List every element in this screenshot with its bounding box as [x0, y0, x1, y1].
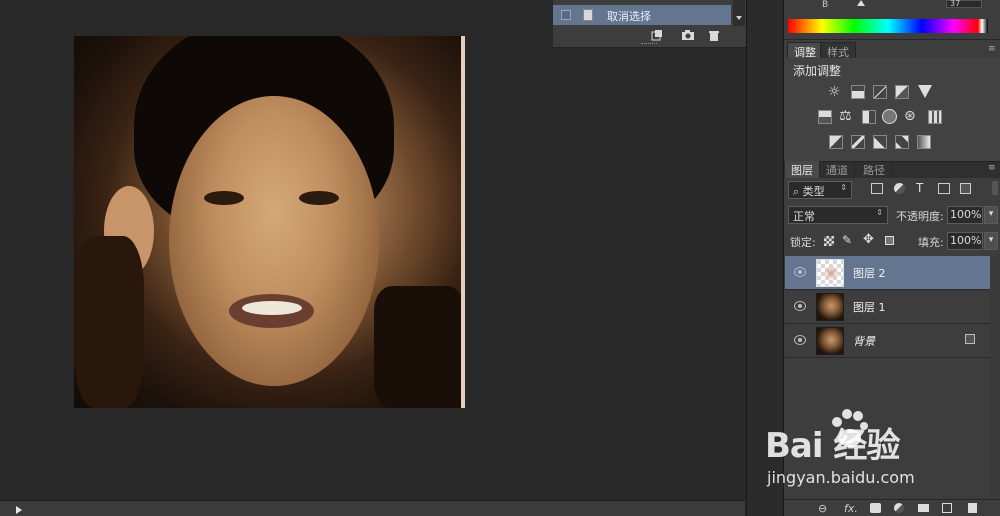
search-icon: ⌕: [793, 185, 800, 198]
lock-move-icon[interactable]: ✥: [863, 232, 874, 247]
tab-adjustments[interactable]: 调整: [787, 42, 823, 59]
layers-bottom-toolbar: ⊖ fx.: [784, 499, 1000, 516]
adjustments-title: 添加调整: [793, 64, 842, 78]
mask-icon[interactable]: [870, 503, 881, 513]
layers-scrollbar[interactable]: [990, 256, 1000, 496]
opacity-input[interactable]: 100%: [947, 206, 983, 224]
history-panel: 取消选择: [553, 0, 746, 48]
color-balance-icon[interactable]: ⚖: [839, 108, 852, 124]
layer-filter-select[interactable]: ⌕ 类型 ⇕: [788, 181, 852, 199]
color-value-input[interactable]: 37: [946, 0, 982, 8]
baidu-watermark: Bai 经验 jingyan.baidu.com: [765, 408, 965, 498]
visibility-eye-icon[interactable]: [794, 335, 806, 345]
fill-input[interactable]: 100%: [947, 232, 983, 250]
layer-thumbnail: [816, 259, 844, 287]
fill-dropdown-icon[interactable]: ▾: [984, 232, 998, 250]
filter-label: 类型: [802, 185, 825, 198]
history-item-label: 取消选择: [607, 10, 651, 23]
lock-label: 锁定:: [790, 236, 816, 249]
panel-menu-icon[interactable]: ≡: [988, 44, 996, 54]
selective-color-icon[interactable]: [895, 135, 909, 149]
status-bar: [0, 500, 745, 516]
layer-row[interactable]: 图层 1: [785, 290, 990, 324]
select-arrows-icon: ⇕: [876, 208, 883, 217]
blend-mode-value: 正常: [793, 210, 815, 223]
layer-name[interactable]: 背景: [853, 333, 875, 349]
opacity-dropdown-icon[interactable]: ▾: [984, 206, 998, 224]
threshold-icon[interactable]: [873, 135, 887, 149]
tab-layers[interactable]: 图层: [785, 161, 820, 178]
tab-label: 路径: [863, 164, 885, 177]
document-image[interactable]: [74, 36, 465, 408]
filter-adjustment-icon[interactable]: [894, 183, 905, 194]
invert-icon[interactable]: [829, 135, 843, 149]
document-icon: [583, 9, 593, 21]
filter-smart-object-icon[interactable]: [960, 183, 971, 194]
lock-transparent-icon[interactable]: [824, 236, 834, 246]
color-lookup-icon[interactable]: [928, 110, 942, 124]
slider-thumb-icon[interactable]: [857, 0, 865, 6]
filter-type-icon[interactable]: T: [916, 181, 923, 195]
baidu-paw-icon: [832, 409, 868, 447]
filter-pixel-icon[interactable]: [871, 183, 883, 194]
black-white-icon[interactable]: [862, 110, 876, 124]
visibility-eye-icon[interactable]: [794, 267, 806, 277]
document-edge: [461, 36, 465, 408]
history-scrollbar[interactable]: [733, 0, 745, 26]
exposure-icon[interactable]: [895, 85, 909, 99]
trash-icon[interactable]: [708, 29, 720, 41]
brightness-contrast-icon[interactable]: ☼: [828, 84, 841, 100]
hue-saturation-icon[interactable]: [818, 110, 832, 124]
gradient-map-icon[interactable]: [917, 135, 931, 149]
layer-row[interactable]: 背景: [785, 324, 990, 358]
status-menu-arrow-icon[interactable]: [16, 506, 22, 514]
layer-name[interactable]: 图层 1: [853, 299, 886, 315]
posterize-icon[interactable]: [851, 135, 865, 149]
layer-row[interactable]: 图层 2: [785, 256, 990, 290]
color-ramp[interactable]: [788, 19, 988, 33]
channel-mixer-icon[interactable]: ⊛: [904, 108, 916, 124]
tab-paths[interactable]: 路径: [857, 161, 892, 178]
tab-label: 通道: [826, 164, 848, 177]
filter-toggle[interactable]: [992, 181, 998, 195]
curves-icon[interactable]: [873, 85, 887, 99]
blend-mode-select[interactable]: 正常 ⇕: [788, 206, 888, 224]
visibility-eye-icon[interactable]: [794, 301, 806, 311]
layer-name[interactable]: 图层 2: [853, 265, 886, 281]
history-item[interactable]: 取消选择: [553, 5, 731, 25]
lock-icon: [965, 334, 975, 344]
layers-panel-menu-icon[interactable]: ≡: [988, 163, 996, 173]
lock-paint-brush-icon[interactable]: ✎: [842, 233, 852, 247]
link-icon[interactable]: ⊖: [818, 502, 827, 515]
folder-icon[interactable]: [918, 504, 929, 512]
photo-filter-icon[interactable]: [882, 109, 897, 124]
lock-all-icon[interactable]: [885, 236, 894, 245]
new-snapshot-icon[interactable]: [651, 29, 663, 41]
adjustment-icon[interactable]: [894, 503, 904, 513]
fx-icon[interactable]: fx.: [844, 502, 858, 515]
tab-channels[interactable]: 通道: [820, 161, 855, 178]
trash-icon[interactable]: [968, 503, 977, 513]
resize-grip[interactable]: [641, 43, 657, 45]
layer-thumbnail: [816, 327, 844, 355]
fill-label: 填充:: [918, 236, 944, 249]
vibrance-icon[interactable]: [918, 85, 932, 98]
opacity-label: 不透明度:: [896, 210, 944, 223]
color-channel-label: B: [822, 0, 829, 10]
select-arrows-icon: ⇕: [840, 183, 847, 192]
history-checkbox-icon[interactable]: [561, 10, 571, 20]
new-layer-icon[interactable]: [942, 503, 952, 513]
filter-shape-icon[interactable]: [938, 183, 950, 194]
levels-icon[interactable]: [851, 85, 865, 99]
watermark-url: jingyan.baidu.com: [767, 468, 915, 487]
scroll-down-arrow-icon[interactable]: [736, 16, 742, 20]
camera-icon[interactable]: [681, 29, 695, 41]
layer-thumbnail: [816, 293, 844, 321]
tab-label: 图层: [791, 164, 813, 177]
tab-styles[interactable]: 样式: [820, 42, 856, 59]
